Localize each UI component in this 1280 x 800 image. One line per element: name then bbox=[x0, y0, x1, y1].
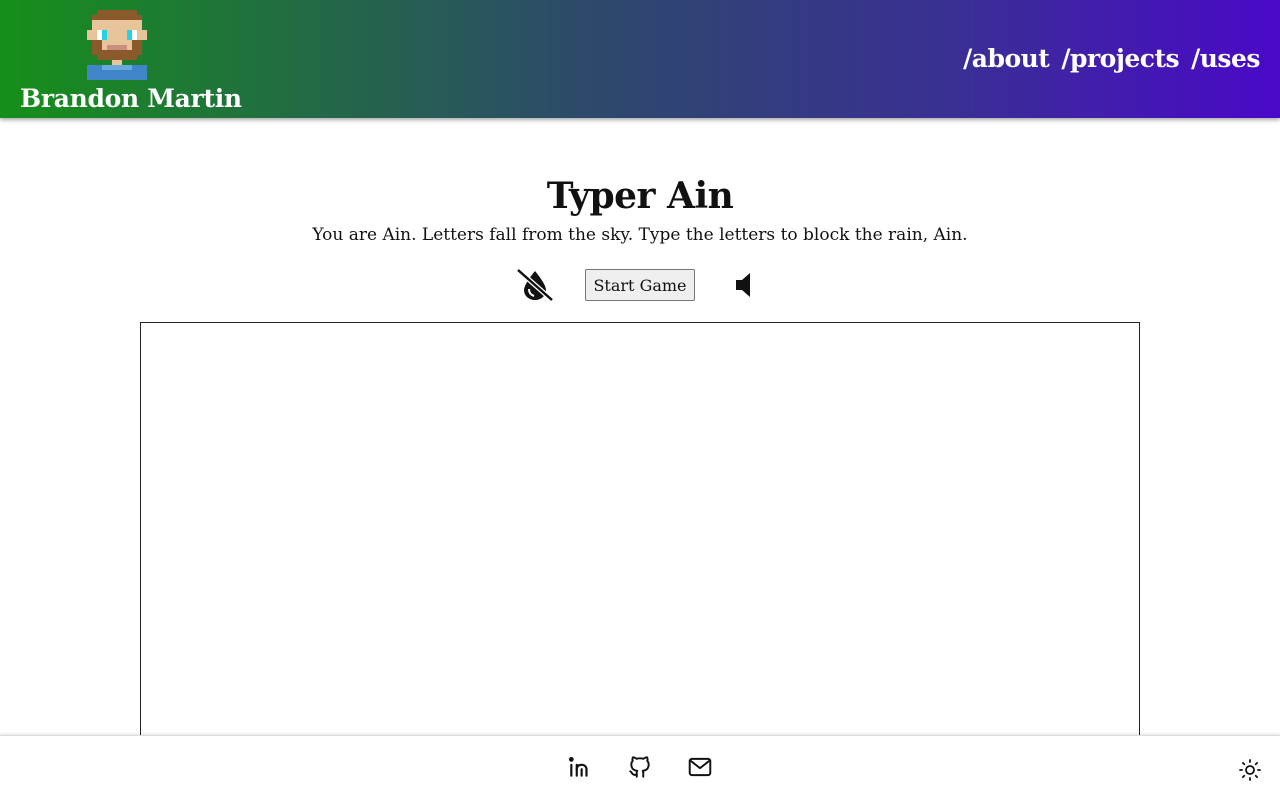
site-name[interactable]: Brandon Martin bbox=[20, 84, 242, 113]
nav-about-link[interactable]: /about bbox=[963, 44, 1050, 73]
rain-toggle-button[interactable] bbox=[515, 267, 555, 303]
github-link[interactable] bbox=[627, 754, 653, 780]
page-title: Typer Ain bbox=[546, 175, 734, 217]
nav-projects-link[interactable]: /projects bbox=[1061, 44, 1179, 73]
mail-icon bbox=[688, 757, 712, 777]
game-canvas[interactable] bbox=[140, 322, 1140, 752]
nav-uses-link[interactable]: /uses bbox=[1191, 44, 1260, 73]
rain-off-icon bbox=[516, 268, 555, 302]
email-link[interactable] bbox=[687, 754, 713, 780]
site-footer bbox=[0, 735, 1280, 800]
theme-toggle-button[interactable] bbox=[1238, 758, 1262, 782]
sun-icon bbox=[1239, 759, 1261, 781]
github-icon bbox=[629, 756, 650, 778]
speaker-muted-icon bbox=[735, 273, 750, 297]
game-description: You are Ain. Letters fall from the sky. … bbox=[312, 225, 968, 245]
social-links bbox=[0, 754, 1280, 780]
pixel-avatar-icon[interactable] bbox=[87, 10, 147, 80]
linkedin-link[interactable] bbox=[567, 754, 593, 780]
main-nav: /about /projects /uses bbox=[963, 44, 1260, 73]
game-controls: Start Game bbox=[0, 267, 1280, 303]
linkedin-icon bbox=[568, 757, 588, 777]
start-game-button[interactable]: Start Game bbox=[585, 269, 695, 301]
site-header: Brandon Martin /about /projects /uses bbox=[0, 0, 1280, 118]
sound-toggle-button[interactable] bbox=[725, 267, 765, 303]
